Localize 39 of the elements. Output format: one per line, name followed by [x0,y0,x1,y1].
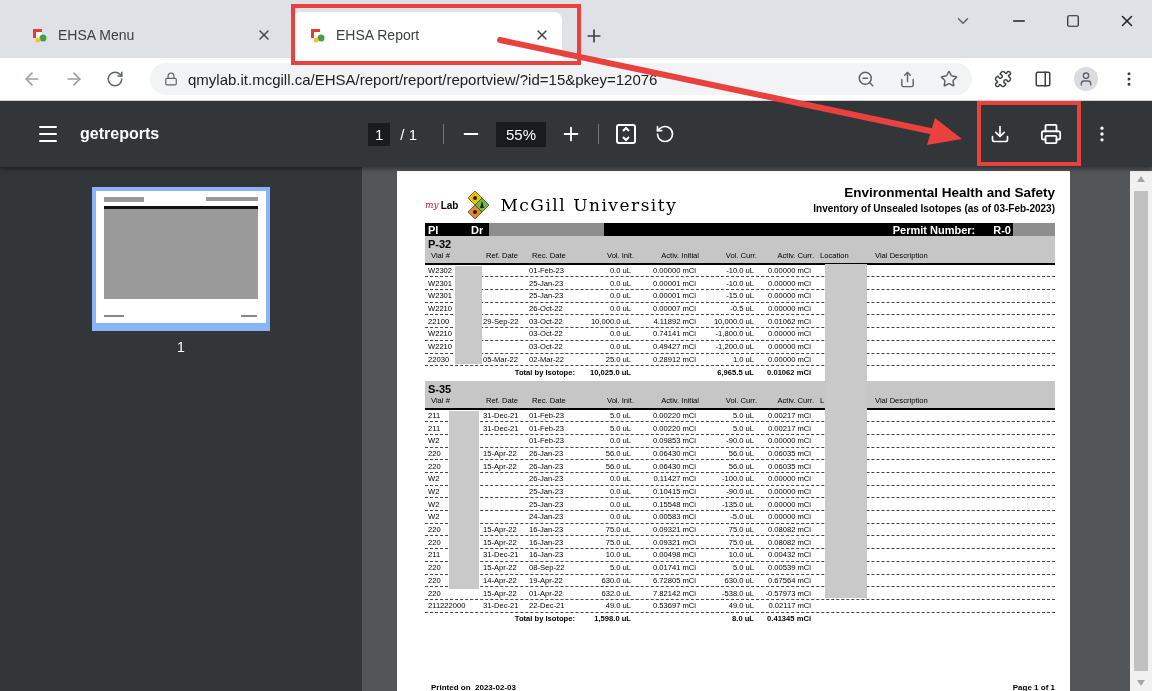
address-field[interactable]: qmylab.it.mcgill.ca/EHSA/report/report/reportview/?id=15&pkey=12076 [150,63,972,95]
download-icon[interactable] [990,124,1010,144]
maximize-icon[interactable] [1066,14,1080,28]
scrollbar-thumb[interactable] [1134,191,1148,671]
zoom-out-icon[interactable] [857,70,875,88]
document-title: getreports [80,125,161,143]
rotate-icon[interactable] [655,124,676,144]
fit-page-icon[interactable] [615,123,638,145]
pi-name: Dr [471,223,484,236]
isotope-name: S-35 [428,382,453,395]
reload-icon[interactable] [106,70,124,88]
report-title: Environmental Health and Safety [844,185,1055,200]
scrollbar[interactable] [1130,171,1152,691]
favicon-icon [310,27,326,43]
university-name: McGill University [500,195,678,215]
permit-number: R-0 [993,223,1011,236]
lock-icon [164,72,178,86]
printed-date: Printed on 2023-02-03 [431,683,516,691]
browser-tab[interactable]: EHSA Report [292,12,562,58]
zoom-field[interactable]: 55% [496,121,547,147]
puzzle-icon[interactable] [994,70,1012,88]
logo-text: Lab [440,199,459,211]
browser-tab[interactable]: EHSA Menu [14,12,284,58]
page-label: Page 1 of 1 [1012,683,1055,691]
thumbnail-label: 1 [177,339,185,355]
favicon-icon [32,27,48,43]
logo-text: my [425,200,439,210]
report-subtitle: Inventory of Unsealed Isotopes (as of 03-Feb-2023) [813,203,1055,214]
side-panel-icon[interactable] [1034,70,1052,88]
star-icon[interactable] [940,70,958,88]
isotope-name: P-32 [428,238,453,250]
page-number-field[interactable]: 1 [368,122,391,146]
profile-icon[interactable] [1074,67,1098,91]
page-count: / 1 [400,125,418,143]
share-icon[interactable] [899,70,916,88]
pi-label: PI [428,223,440,236]
redaction-block [1013,223,1055,236]
permit-label: Permit Number: [892,223,976,236]
print-icon[interactable] [1040,123,1062,145]
